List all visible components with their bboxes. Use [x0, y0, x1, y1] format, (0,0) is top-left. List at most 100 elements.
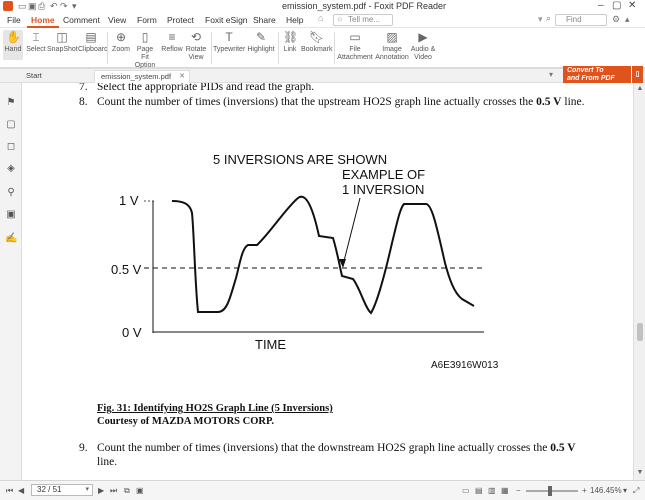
- convert-line-1: Convert To: [567, 67, 604, 74]
- highlight-button[interactable]: ✎ Highlight: [247, 30, 275, 54]
- comments-panel-icon[interactable]: ◻: [5, 141, 17, 153]
- save-icon[interactable]: ▣: [28, 0, 37, 12]
- file-attachment-button[interactable]: ▭ File Attachment: [337, 30, 373, 66]
- layers-panel-icon[interactable]: ◈: [5, 163, 17, 175]
- find-input[interactable]: Find: [555, 14, 607, 26]
- settings-icon[interactable]: ⚙: [612, 14, 620, 25]
- example-pointer-line: [342, 197, 361, 266]
- reflow-button[interactable]: ≡ Reflow: [160, 30, 184, 54]
- zoom-slider-thumb[interactable]: [548, 486, 552, 496]
- file-attachment-label: File Attachment: [337, 46, 373, 61]
- save-page-icon[interactable]: ▣: [136, 485, 144, 497]
- menu-form[interactable]: Form: [137, 12, 157, 28]
- link-label: Link: [283, 46, 297, 53]
- single-page-view-icon[interactable]: ▭: [462, 485, 470, 497]
- lightbulb-icon: ☼: [336, 14, 344, 23]
- rotate-icon: ⟲: [190, 30, 202, 44]
- pdf-page: 7. Select the appropriate PIDs and read …: [22, 83, 633, 480]
- snapshot-button[interactable]: ◫ SnapShot: [47, 30, 78, 54]
- zoom-level[interactable]: 146.45%: [590, 485, 622, 497]
- scroll-down-icon[interactable]: ▼: [636, 469, 644, 477]
- ho2s-signal-line: [171, 195, 475, 315]
- clipboard-label: Clipboard: [78, 46, 108, 53]
- zoom-button[interactable]: ⊕ Zoom: [111, 30, 131, 54]
- ribbon-divider: [107, 32, 108, 64]
- maximize-icon[interactable]: ▢: [612, 0, 621, 12]
- navigation-panel: ⚑ ▢ ◻ ◈ ⚲ ▣ ✍: [0, 83, 22, 480]
- audio-video-button[interactable]: ▶ Audio & Video: [410, 30, 436, 66]
- copy-page-icon[interactable]: ⧉: [124, 485, 130, 497]
- open-icon[interactable]: ▭: [18, 0, 27, 12]
- zoom-out-icon[interactable]: −: [516, 485, 521, 497]
- close-tab-icon[interactable]: ✕: [179, 71, 185, 83]
- scroll-up-icon[interactable]: ▲: [636, 85, 644, 93]
- page-dropdown-icon[interactable]: ▾: [85, 485, 89, 495]
- label-time: TIME: [255, 337, 286, 352]
- account-icon[interactable]: ⌂: [318, 13, 323, 23]
- select-tool-button[interactable]: ⌶ Select: [25, 30, 47, 54]
- previous-page-icon[interactable]: ◀: [18, 485, 24, 497]
- next-page-icon[interactable]: ▶: [98, 485, 104, 497]
- reflow-icon: ≡: [168, 30, 176, 44]
- clipboard-button[interactable]: ▤ Clipboard: [78, 30, 108, 54]
- menu-view[interactable]: View: [108, 12, 126, 28]
- continuous-view-icon[interactable]: ▤: [475, 485, 483, 497]
- step-9-number: 9.: [79, 442, 88, 454]
- menu-comment[interactable]: Comment: [63, 12, 100, 28]
- pdf-document-icon: ▯: [631, 66, 643, 83]
- facing-view-icon[interactable]: ▥: [488, 485, 496, 497]
- bookmarks-panel-icon[interactable]: ⚑: [5, 97, 17, 109]
- customize-quick-access-icon[interactable]: ▾: [72, 0, 77, 12]
- minimize-icon[interactable]: –: [598, 0, 604, 12]
- continuous-facing-view-icon[interactable]: ▦: [501, 485, 509, 497]
- zoom-in-icon[interactable]: +: [582, 485, 587, 497]
- step-9-text: Count the number of times (inversions) t…: [97, 442, 576, 455]
- snapshot-label: SnapShot: [47, 46, 78, 53]
- tab-start-label: Start: [26, 71, 42, 80]
- tab-list-icon[interactable]: ▾: [549, 70, 553, 79]
- zoom-menu-icon[interactable]: ▾: [623, 485, 627, 497]
- step-9-text-end: line.: [97, 456, 118, 468]
- undo-icon[interactable]: ↶: [50, 0, 58, 12]
- label-0v: 0 V: [122, 325, 142, 340]
- link-button[interactable]: ⛓ Link: [281, 30, 299, 54]
- page-fit-option-button[interactable]: ▯ Page Fit Option: [132, 30, 158, 69]
- signature-panel-icon[interactable]: ✍: [5, 233, 17, 245]
- page-thumbnails-icon[interactable]: ▢: [5, 119, 17, 131]
- select-label: Select: [26, 46, 46, 53]
- scrollbar-thumb[interactable]: [637, 323, 643, 341]
- redo-icon[interactable]: ↷: [60, 0, 68, 12]
- page-number-input[interactable]: 32 / 51 ▾: [31, 484, 93, 496]
- last-page-icon[interactable]: ⏭: [110, 485, 117, 497]
- menu-protect[interactable]: Protect: [167, 12, 194, 28]
- menu-file[interactable]: File: [7, 12, 21, 28]
- title-bar: ▭ ▣ ⎙ ↶ ↷ ▾ emission_system.pdf - Foxit …: [0, 0, 645, 12]
- close-icon[interactable]: ✕: [628, 0, 636, 12]
- typewriter-button[interactable]: T Typewriter: [213, 30, 245, 54]
- menu-help[interactable]: Help: [286, 12, 303, 28]
- first-page-icon[interactable]: ⏮: [6, 485, 13, 497]
- image-annotation-button[interactable]: ▨ Image Annotation: [375, 30, 409, 66]
- menu-foxit-esign[interactable]: Foxit eSign: [205, 12, 248, 28]
- convert-pdf-banner[interactable]: Convert To and From PDF ▯: [563, 66, 643, 83]
- menu-share[interactable]: Share: [253, 12, 276, 28]
- highlighter-icon: ✎: [255, 30, 267, 44]
- hand-icon: ✋: [6, 30, 21, 44]
- bookmark-label: Bookmark: [301, 46, 333, 53]
- rotate-view-button[interactable]: ⟲ Rotate View: [184, 30, 208, 66]
- menu-home[interactable]: Home: [27, 12, 59, 28]
- collapse-ribbon-icon[interactable]: ▴: [625, 14, 630, 25]
- bookmark-button[interactable]: 🔖︎ Bookmark: [301, 30, 333, 54]
- tab-emission-system[interactable]: emission_system.pdf ✕: [94, 70, 190, 83]
- security-panel-icon[interactable]: ▣: [5, 209, 17, 221]
- vertical-scrollbar[interactable]: ▲ ▼: [633, 83, 645, 480]
- zoom-slider-track[interactable]: [526, 490, 578, 492]
- fullscreen-icon[interactable]: ⤢: [633, 485, 639, 497]
- document-tab-bar: Start emission_system.pdf ✕ ▾: [0, 69, 645, 83]
- tab-start[interactable]: Start: [20, 70, 92, 83]
- search-options-icon[interactable]: ▾: [538, 14, 543, 25]
- print-icon[interactable]: ⎙: [38, 0, 45, 12]
- image-annotation-label: Image Annotation: [375, 46, 409, 61]
- attachments-panel-icon[interactable]: ⚲: [5, 187, 17, 199]
- hand-tool-button[interactable]: ✋ Hand: [3, 30, 23, 60]
